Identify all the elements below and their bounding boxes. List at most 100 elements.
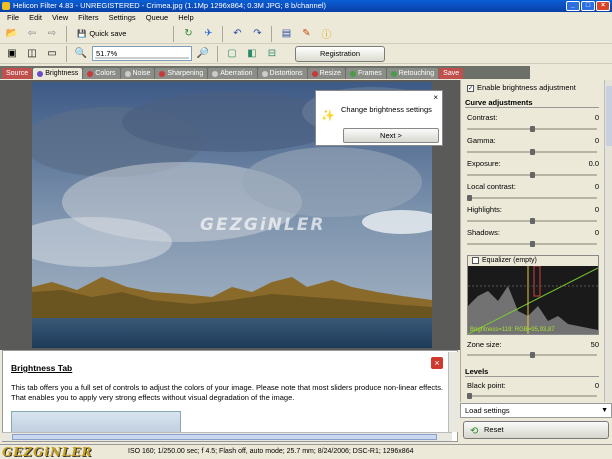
aberration-icon	[212, 70, 219, 77]
menu-queue[interactable]: Queue	[141, 12, 174, 24]
panel-scrollbar[interactable]	[604, 80, 612, 402]
help-horizontal-scrollbar[interactable]	[2, 432, 452, 441]
tab-colors[interactable]: Colors	[83, 68, 120, 79]
help-close-icon[interactable]: ×	[431, 357, 443, 369]
contrast-knob[interactable]	[530, 126, 535, 132]
panel-scrollbar-thumb[interactable]	[606, 86, 612, 146]
tab-sharpening-label: Sharpening	[167, 70, 204, 77]
tab-save-label: Save	[443, 70, 460, 77]
help-vertical-scrollbar[interactable]	[448, 352, 458, 432]
gamma-slider[interactable]	[467, 149, 597, 155]
menu-file[interactable]: File	[2, 12, 24, 24]
levels-header: Levels	[465, 367, 599, 377]
local-contrast-knob[interactable]	[467, 195, 472, 201]
scrollbar-thumb[interactable]	[12, 434, 437, 440]
watermark-logo: GEZGiNLER	[2, 445, 93, 459]
gamma-knob[interactable]	[530, 149, 535, 155]
tab-sharpening[interactable]: Sharpening	[155, 68, 208, 79]
local-contrast-row: Local contrast: 0	[467, 182, 599, 191]
open-folder-icon[interactable]: 📂	[3, 25, 21, 42]
exposure-label: Exposure:	[467, 159, 501, 168]
minimize-button[interactable]: _	[566, 1, 580, 11]
contrast-slider[interactable]	[467, 126, 597, 132]
batch-icon[interactable]: ✈	[199, 25, 217, 42]
menu-view[interactable]: View	[47, 12, 73, 24]
zoom-slider[interactable]: 51.7%	[92, 46, 192, 61]
menu-filters[interactable]: Filters	[73, 12, 103, 24]
equalizer-checkbox[interactable]	[472, 256, 479, 264]
filter-tabs: Source Brightness Colors Noise Sharpenin…	[0, 66, 530, 79]
load-settings-dropdown[interactable]: Load settings ▼	[460, 403, 612, 418]
registration-button[interactable]: Registration	[295, 45, 385, 62]
tab-resize[interactable]: Resize	[307, 68, 345, 79]
popup-close-icon[interactable]: ×	[433, 93, 438, 102]
menu-settings[interactable]: Settings	[104, 12, 141, 24]
document-icon[interactable]: ▤	[277, 25, 295, 42]
toolbar-separator	[66, 45, 67, 62]
exposure-row: Exposure: 0.0	[467, 159, 599, 168]
tab-frames[interactable]: Frames	[346, 68, 386, 79]
local-contrast-slider[interactable]	[467, 195, 597, 201]
comment-icon[interactable]: ✎	[297, 25, 315, 42]
zone-size-slider[interactable]	[467, 352, 597, 358]
process-icon[interactable]: ↻	[179, 25, 197, 42]
zone-size-knob[interactable]	[530, 352, 535, 358]
app-icon	[2, 2, 10, 10]
forward-arrow-icon[interactable]: ⇨	[43, 25, 61, 42]
tab-distortions[interactable]: Distortions	[257, 68, 307, 79]
tab-brightness-label: Brightness	[45, 70, 79, 77]
redo-icon[interactable]: ↷	[248, 25, 266, 42]
tab-distortions-label: Distortions	[269, 70, 303, 77]
next-button[interactable]: Next >	[343, 128, 439, 143]
toolbar-separator	[66, 25, 67, 42]
layout-split-icon[interactable]: ◧	[243, 45, 261, 62]
enable-brightness-checkbox[interactable]: ✓ Enable brightness adjustment	[467, 83, 599, 92]
highlights-row: Highlights: 0	[467, 205, 599, 214]
view-compare-icon[interactable]: ◫	[23, 45, 41, 62]
menu-edit[interactable]: Edit	[24, 12, 47, 24]
highlights-slider[interactable]	[467, 218, 597, 224]
tab-aberration[interactable]: Aberration	[208, 68, 257, 79]
view-single-icon[interactable]: ▣	[3, 45, 21, 62]
shadows-knob[interactable]	[530, 241, 535, 247]
undo-icon[interactable]: ↶	[228, 25, 246, 42]
zoom-out-icon[interactable]: 🔍	[72, 45, 90, 62]
toolbar-separator	[217, 45, 218, 62]
tab-brightness[interactable]: Brightness	[33, 68, 83, 79]
help-title: Brightness Tab	[11, 363, 73, 373]
frames-icon	[350, 70, 356, 77]
shadows-slider[interactable]	[467, 241, 597, 247]
gamma-label: Gamma:	[467, 136, 496, 145]
tab-retouching[interactable]: Retouching	[386, 68, 439, 79]
main-toolbar: 📂 ⇦ ⇨ 💾 Quick save ↻ ✈ ↶ ↷ ▤ ✎ ⓘ	[0, 24, 612, 44]
tab-source[interactable]: Source	[2, 68, 33, 79]
close-button[interactable]: ×	[596, 1, 610, 11]
exposure-knob[interactable]	[530, 172, 535, 178]
black-point-label: Black point:	[467, 381, 506, 390]
layout-full-icon[interactable]: ▢	[223, 45, 241, 62]
menu-help[interactable]: Help	[173, 12, 198, 24]
highlights-value: 0	[594, 205, 599, 214]
exposure-slider[interactable]	[467, 172, 597, 178]
black-point-knob[interactable]	[467, 393, 472, 399]
equalizer-readout: Brightness=119: RGB=95,93,87	[470, 327, 555, 333]
view-monitor-icon[interactable]: ▭	[43, 45, 61, 62]
info-icon[interactable]: ⓘ	[317, 25, 335, 42]
help-body: This tab offers you a full set of contro…	[11, 383, 444, 402]
quick-save-button[interactable]: 💾 Quick save	[72, 25, 131, 42]
zoom-in-icon[interactable]: 🔎	[194, 45, 212, 62]
enable-brightness-label: Enable brightness adjustment	[477, 83, 576, 92]
contrast-value: 0	[594, 113, 599, 122]
tab-noise[interactable]: Noise	[120, 68, 155, 79]
contrast-row: Contrast: 0	[467, 113, 599, 122]
hint-popup: ✨ Change brightness settings × Next >	[315, 90, 443, 146]
reset-button[interactable]: ⟲ Reset	[463, 421, 609, 439]
maximize-button[interactable]: □	[581, 1, 595, 11]
highlights-knob[interactable]	[530, 218, 535, 224]
title-bar: Helicon Filter 4.83 - UNREGISTERED - Cri…	[0, 0, 612, 12]
layout-horizontal-icon[interactable]: ⊟	[263, 45, 281, 62]
tab-save[interactable]: Save	[439, 68, 464, 79]
back-arrow-icon[interactable]: ⇦	[23, 25, 41, 42]
equalizer-histogram[interactable]: Equalizer (empty) Brightness=119: RGB=95…	[467, 255, 599, 335]
black-point-slider[interactable]	[467, 393, 597, 399]
